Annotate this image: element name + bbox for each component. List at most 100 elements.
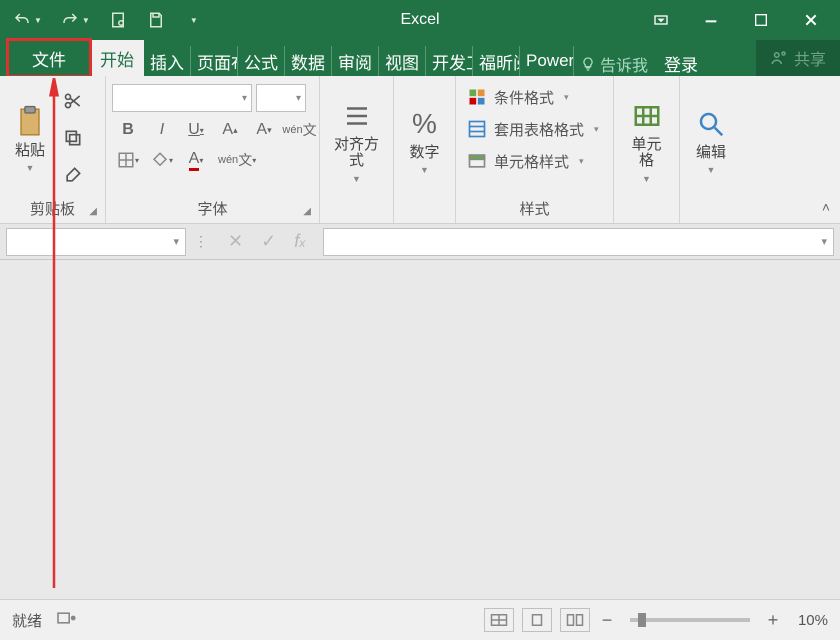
table-format-label: 套用表格格式 xyxy=(494,119,584,140)
name-box[interactable]: ▾ xyxy=(6,228,186,256)
formula-input[interactable]: ▾ xyxy=(323,228,834,256)
format-painter-button[interactable] xyxy=(60,162,86,188)
tab-home[interactable]: 开始 xyxy=(90,40,144,76)
paste-button[interactable]: 粘贴 ▼ xyxy=(6,82,54,194)
enter-formula-button[interactable]: ✓ xyxy=(261,231,276,252)
styles-group-label: 样式 xyxy=(462,194,607,221)
lightbulb-icon xyxy=(580,56,596,72)
tab-page-layout[interactable]: 页面布 xyxy=(191,46,238,76)
borders-button[interactable]: ▾ xyxy=(116,148,140,172)
underline-button[interactable]: U▾ xyxy=(184,118,208,142)
alignment-button[interactable]: 对齐方式 ▼ xyxy=(326,82,387,198)
share-label: 共享 xyxy=(794,46,826,70)
view-normal-button[interactable] xyxy=(484,608,514,632)
cell-styles-label: 单元格样式 xyxy=(494,151,569,172)
undo-icon xyxy=(12,10,32,30)
tab-view[interactable]: 视图 xyxy=(379,46,426,76)
collapse-ribbon-button[interactable]: ˄ xyxy=(822,199,830,215)
alignment-label: 对齐方式 xyxy=(332,137,381,170)
font-name-combo[interactable]: ▾ xyxy=(112,84,252,112)
tab-file[interactable]: 文件 xyxy=(8,40,90,76)
zoom-out-button[interactable]: − xyxy=(598,610,616,631)
number-label: 数字 xyxy=(409,145,439,162)
grid-icon xyxy=(490,613,508,627)
view-page-break-button[interactable] xyxy=(560,608,590,632)
cells-label: 单元格 xyxy=(626,137,667,170)
cut-button[interactable] xyxy=(60,88,86,114)
login-button[interactable]: 登录 xyxy=(654,51,708,76)
shrink-font-button[interactable]: A▾ xyxy=(252,118,276,142)
view-page-layout-button[interactable] xyxy=(522,608,552,632)
tab-formulas[interactable]: 公式 xyxy=(238,46,285,76)
format-as-table-button[interactable]: 套用表格格式▾ xyxy=(462,114,607,144)
phonetic-guide-button[interactable]: wén文▾ xyxy=(218,148,256,172)
print-preview-button[interactable] xyxy=(108,10,128,30)
status-bar: 就绪 − + 10% xyxy=(0,599,840,640)
find-icon xyxy=(693,105,729,143)
group-editing: 编辑 ▼ xyxy=(680,76,742,223)
tab-developer[interactable]: 开发工 xyxy=(426,46,473,76)
app-title: Excel xyxy=(400,11,439,29)
group-styles: 条件格式▾ 套用表格格式▾ 单元格样式▾ 样式 xyxy=(456,76,614,223)
cancel-formula-button[interactable]: ✕ xyxy=(228,231,243,252)
percent-icon: % xyxy=(407,105,443,143)
ribbon: 粘贴 ▼ 剪贴板◢ ▾ ▾ B I U▾ A▴ A▾ wén文 xyxy=(0,76,840,224)
tab-foxit[interactable]: 福昕阅 xyxy=(473,46,520,76)
font-group-label: 字体◢ xyxy=(112,194,313,221)
ribbon-display-button[interactable] xyxy=(650,9,672,31)
grow-font-button[interactable]: A▴ xyxy=(218,118,242,142)
tab-review[interactable]: 审阅 xyxy=(332,46,379,76)
share-icon xyxy=(770,49,788,67)
brush-icon xyxy=(63,165,83,185)
redo-button[interactable]: ▼ xyxy=(60,10,90,30)
maximize-button[interactable] xyxy=(750,9,772,31)
ribbon-tabs: 文件 开始 插入 页面布 公式 数据 审阅 视图 开发工 福昕阅 Power 告… xyxy=(0,40,840,76)
macro-icon xyxy=(56,610,76,626)
bold-button[interactable]: B xyxy=(116,118,140,142)
share-button[interactable]: 共享 xyxy=(756,40,840,76)
undo-button[interactable]: ▼ xyxy=(12,10,42,30)
zoom-slider[interactable] xyxy=(630,618,750,622)
number-format-button[interactable]: % 数字 ▼ xyxy=(401,82,449,198)
formula-bar: ▾ ⋮ ✕ ✓ fx ▾ xyxy=(0,224,840,260)
qat-customize-button[interactable]: ▼ xyxy=(190,16,198,25)
macro-record-button[interactable] xyxy=(56,610,76,630)
conditional-format-button[interactable]: 条件格式▾ xyxy=(462,82,607,112)
tab-insert[interactable]: 插入 xyxy=(144,46,191,76)
close-button[interactable] xyxy=(800,9,822,31)
clipboard-launcher[interactable]: ◢ xyxy=(89,206,97,217)
tab-power[interactable]: Power xyxy=(520,46,574,76)
copy-button[interactable] xyxy=(60,125,86,151)
zoom-level[interactable]: 10% xyxy=(798,612,828,629)
italic-button[interactable]: I xyxy=(150,118,174,142)
formula-bar-splitter[interactable]: ⋮ xyxy=(194,233,210,250)
page-icon xyxy=(528,613,546,627)
quick-access-toolbar: ▼ ▼ ▼ xyxy=(0,0,198,40)
font-color-button[interactable]: A▾ xyxy=(184,148,208,172)
window-controls xyxy=(650,9,840,31)
tab-data[interactable]: 数据 xyxy=(285,46,332,76)
editing-button[interactable]: 编辑 ▼ xyxy=(687,82,735,198)
cond-format-icon xyxy=(466,86,488,108)
status-ready: 就绪 xyxy=(12,610,42,631)
phonetic-button[interactable]: wén文 xyxy=(286,118,313,142)
save-button[interactable] xyxy=(146,10,166,30)
paste-icon xyxy=(12,103,48,141)
group-clipboard: 粘贴 ▼ 剪贴板◢ xyxy=(0,76,106,223)
zoom-in-button[interactable]: + xyxy=(764,610,782,631)
font-launcher[interactable]: ◢ xyxy=(303,206,311,217)
cell-styles-icon xyxy=(466,150,488,172)
group-cells: 单元格 ▼ xyxy=(614,76,680,223)
cells-button[interactable]: 单元格 ▼ xyxy=(620,82,673,198)
tell-me-label: 告诉我 xyxy=(600,52,648,76)
cell-styles-button[interactable]: 单元格样式▾ xyxy=(462,146,607,176)
fill-color-button[interactable]: ▾ xyxy=(150,148,174,172)
tell-me[interactable]: 告诉我 xyxy=(574,52,654,76)
insert-function-button[interactable]: fx xyxy=(294,231,305,252)
worksheet-area[interactable] xyxy=(0,260,840,599)
minimize-button[interactable] xyxy=(700,9,722,31)
copy-icon xyxy=(63,128,83,148)
table-format-icon xyxy=(466,118,488,140)
scissors-icon xyxy=(63,91,83,111)
font-size-combo[interactable]: ▾ xyxy=(256,84,306,112)
